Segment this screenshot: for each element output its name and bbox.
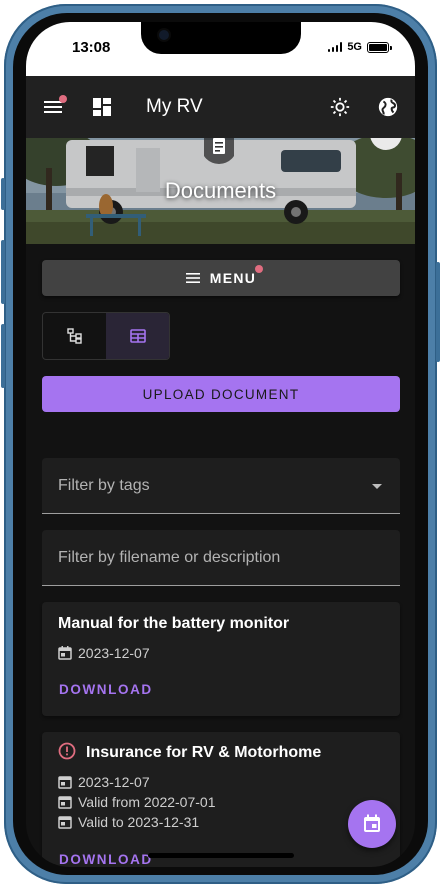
menu-button-label: MENU xyxy=(209,270,257,286)
notch xyxy=(141,22,301,54)
brightness-icon[interactable] xyxy=(328,95,352,119)
document-date-text: 2023-12-07 xyxy=(78,774,150,790)
volume-up-button xyxy=(1,240,5,304)
power-button xyxy=(436,262,440,362)
language-globe-icon[interactable] xyxy=(376,95,400,119)
warning-icon xyxy=(58,742,76,765)
document-date: 2023-12-07 xyxy=(58,645,150,661)
document-date: 2023-12-07 xyxy=(58,774,150,790)
document-card: Manual for the battery monitor 2023-12-0… xyxy=(42,602,400,716)
calendar-fab-button[interactable] xyxy=(348,800,396,848)
app-title: My RV xyxy=(146,96,203,117)
document-card: Insurance for RV & Motorhome 2023-12-07 … xyxy=(42,732,400,867)
valid-from-text: Valid from 2022-07-01 xyxy=(78,794,216,810)
screen: 13:08 5G My RV Documents MENU UPLOAD DOC… xyxy=(26,22,415,867)
filter-by-tags-placeholder: Filter by tags xyxy=(58,476,150,494)
signal-icon xyxy=(327,42,343,52)
calendar-icon xyxy=(58,796,72,809)
status-bar: 13:08 5G xyxy=(26,22,415,76)
dashboard-icon[interactable] xyxy=(90,95,114,119)
network-type: 5G xyxy=(347,41,362,53)
document-date-text: 2023-12-07 xyxy=(78,645,150,661)
menu-lines-icon xyxy=(185,273,200,283)
document-valid-to: Valid to 2023-12-31 xyxy=(58,814,199,830)
status-time: 13:08 xyxy=(72,39,111,56)
upload-document-button[interactable]: UPLOAD DOCUMENT xyxy=(42,376,400,412)
document-icon xyxy=(201,138,237,164)
table-view-icon xyxy=(129,329,146,343)
home-indicator[interactable] xyxy=(148,853,294,858)
silent-switch xyxy=(1,178,5,210)
table-view-toggle[interactable] xyxy=(106,313,169,359)
filter-by-text-input[interactable]: Filter by filename or description xyxy=(42,530,400,586)
document-title: Insurance for RV & Motorhome xyxy=(86,744,322,761)
calendar-icon xyxy=(58,816,72,829)
tree-view-toggle[interactable] xyxy=(43,313,106,359)
document-valid-from: Valid from 2022-07-01 xyxy=(58,794,215,810)
filter-by-text-placeholder: Filter by filename or description xyxy=(58,548,281,566)
dropdown-arrow-icon xyxy=(372,484,382,489)
calendar-event-icon xyxy=(364,814,380,832)
download-button[interactable]: DOWNLOAD xyxy=(59,682,153,697)
app-bar: My RV xyxy=(26,76,415,138)
document-title: Manual for the battery monitor xyxy=(58,615,290,632)
hamburger-menu-icon[interactable] xyxy=(42,95,67,119)
battery-icon xyxy=(367,41,392,53)
menu-button[interactable]: MENU xyxy=(42,260,400,296)
download-button[interactable]: DOWNLOAD xyxy=(59,852,153,867)
tree-view-icon xyxy=(66,328,82,344)
filter-by-tags-select[interactable]: Filter by tags xyxy=(42,458,400,514)
volume-down-button xyxy=(1,324,5,388)
calendar-icon xyxy=(58,776,72,789)
valid-to-text: Valid to 2023-12-31 xyxy=(78,814,200,830)
calendar-icon xyxy=(58,646,72,660)
menu-notification-dot xyxy=(255,265,263,273)
view-toggle xyxy=(42,312,170,360)
front-camera xyxy=(159,30,169,40)
hero-banner: Documents xyxy=(26,138,415,244)
page-title: Documents xyxy=(164,178,277,203)
notification-dot xyxy=(59,95,67,103)
status-indicators: 5G xyxy=(327,41,392,53)
